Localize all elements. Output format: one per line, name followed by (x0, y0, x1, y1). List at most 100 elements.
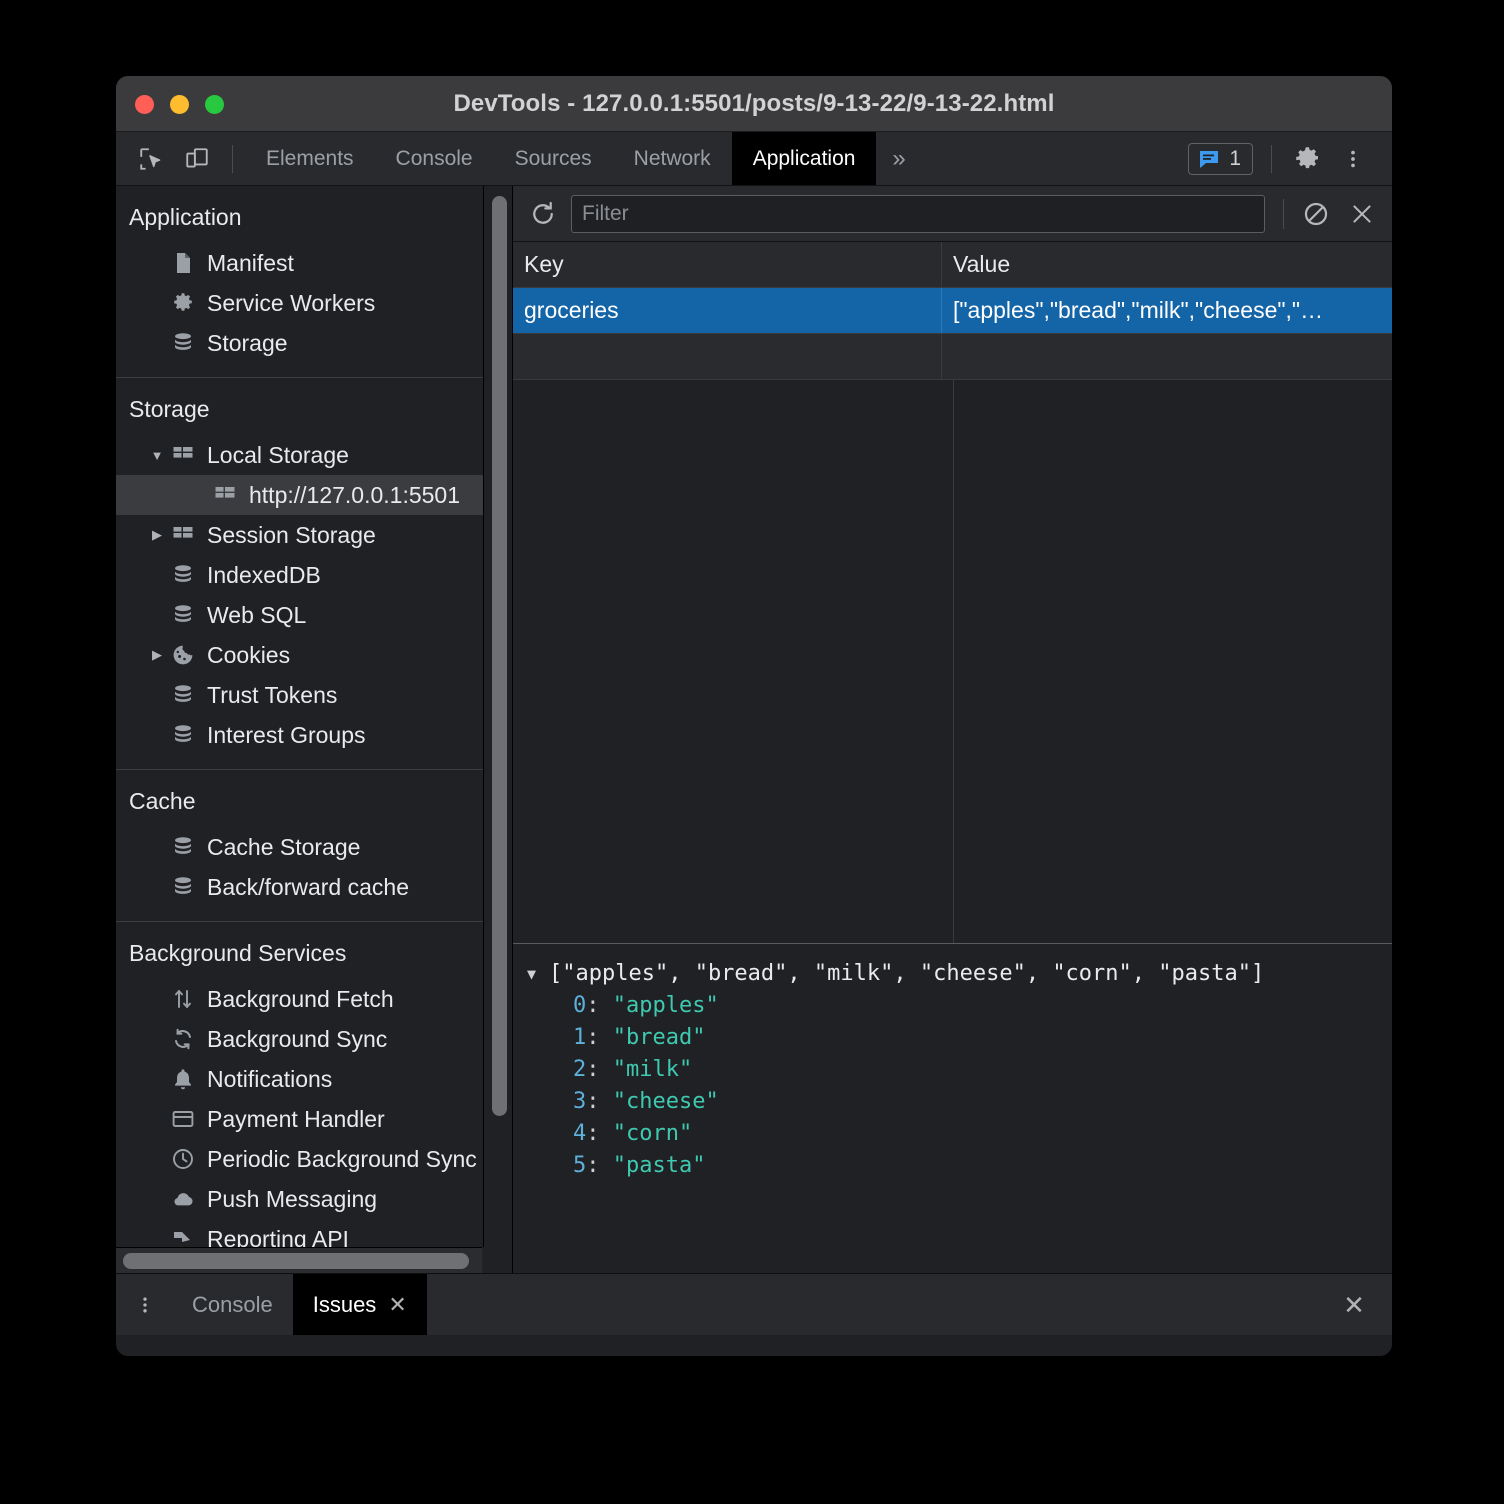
sidebar-item-cache-storage[interactable]: Cache Storage (116, 827, 512, 867)
table-cell-key-empty[interactable] (513, 334, 942, 379)
drawer-tab-console[interactable]: Console (172, 1274, 293, 1335)
preview-summary-row[interactable]: ▼ ["apples", "bread", "milk", "cheese", … (527, 958, 1392, 990)
sidebar-item-service-workers[interactable]: Service Workers (116, 283, 512, 323)
preview-expand-triangle-icon[interactable]: ▼ (527, 958, 549, 990)
tab-network[interactable]: Network (613, 132, 732, 185)
tab-console[interactable]: Console (375, 132, 494, 185)
cookie-icon (170, 642, 196, 668)
sidebar-item-payment-handler[interactable]: Payment Handler (116, 1099, 512, 1139)
preview-summary: ["apples", "bread", "milk", "cheese", "c… (549, 961, 1265, 986)
sidebar-item-label: Payment Handler (207, 1105, 385, 1132)
preview-entry-value: "bread" (612, 1025, 706, 1050)
preview-entry-index: 1 (573, 1025, 587, 1050)
sidebar-item-local-storage[interactable]: ▼ Local Storage (116, 435, 512, 475)
sidebar-item-back-forward-cache[interactable]: Back/forward cache (116, 867, 512, 907)
sidebar-item-label: IndexedDB (207, 561, 321, 588)
table-cell-key[interactable]: groceries (513, 288, 942, 333)
preview-entry[interactable]: 5: "pasta" (527, 1150, 1392, 1182)
column-header-value[interactable]: Value (942, 242, 1392, 287)
updown-arrows-icon (170, 986, 196, 1012)
cloud-icon (170, 1186, 196, 1212)
filter-input[interactable] (571, 194, 1265, 233)
sidebar-horizontal-scroll-thumb[interactable] (123, 1253, 469, 1269)
application-sidebar: Application Manifest Service Workers Storag… (116, 186, 513, 1273)
close-window-button[interactable] (135, 95, 154, 114)
preview-entry[interactable]: 0: "apples" (527, 990, 1392, 1022)
delete-selected-x-icon[interactable] (1342, 194, 1382, 234)
sidebar-item-background-sync[interactable]: Background Sync (116, 1019, 512, 1059)
more-vertical-icon[interactable] (1333, 139, 1373, 179)
sidebar-item-label: Periodic Background Sync (207, 1145, 477, 1172)
maximize-window-button[interactable] (205, 95, 224, 114)
issues-count: 1 (1229, 146, 1241, 170)
sidebar-item-session-storage[interactable]: ▶ Session Storage (116, 515, 512, 555)
preview-entry[interactable]: 3: "cheese" (527, 1086, 1392, 1118)
table-cell-value-empty[interactable] (942, 334, 1392, 379)
gear-icon[interactable] (1287, 139, 1327, 179)
database-icon (170, 682, 196, 708)
more-tabs-chevron-icon[interactable]: » (876, 132, 921, 185)
preview-entry-colon: : (586, 1089, 613, 1114)
refresh-icon[interactable] (523, 194, 563, 234)
sync-icon (170, 1026, 196, 1052)
database-icon (170, 874, 196, 900)
drawer-tabbar: Console Issues ✕ ✕ (116, 1273, 1392, 1335)
preview-entry[interactable]: 2: "milk" (527, 1054, 1392, 1086)
device-toolbar-icon[interactable] (177, 139, 217, 179)
storage-toolbar-divider (1283, 198, 1284, 229)
sidebar-item-manifest[interactable]: Manifest (116, 243, 512, 283)
minimize-window-button[interactable] (170, 95, 189, 114)
sidebar-item-label: Trust Tokens (207, 681, 338, 708)
drawer-tab-issues[interactable]: Issues ✕ (292, 1274, 427, 1335)
preview-entry-index: 4 (573, 1121, 587, 1146)
preview-entry[interactable]: 1: "bread" (527, 1022, 1392, 1054)
sidebar-item-storage[interactable]: Storage (116, 323, 512, 363)
preview-entry[interactable]: 4: "corn" (527, 1118, 1392, 1150)
sidebar-vertical-scrollbar[interactable] (483, 186, 512, 1247)
clear-all-icon[interactable] (1296, 194, 1336, 234)
tab-application[interactable]: Application (731, 132, 877, 185)
sidebar-item-web-sql[interactable]: Web SQL (116, 595, 512, 635)
tab-sources[interactable]: Sources (494, 132, 613, 185)
close-drawer-button[interactable]: ✕ (1336, 1287, 1372, 1323)
chevron-right-icon[interactable]: ▶ (146, 527, 168, 543)
issues-badge[interactable]: 1 (1188, 142, 1253, 175)
sidebar-vertical-scroll-thumb[interactable] (492, 196, 507, 1116)
sidebar-item-periodic-background-sync[interactable]: Periodic Background Sync (116, 1139, 512, 1179)
sidebar-item-notifications[interactable]: Notifications (116, 1059, 512, 1099)
devtools-window: DevTools - 127.0.0.1:5501/posts/9-13-22/… (116, 76, 1392, 1356)
database-icon (170, 834, 196, 860)
preview-entry-colon: : (586, 1153, 613, 1178)
database-icon (170, 330, 196, 356)
sidebar-item-reporting-api[interactable]: Reporting API (116, 1219, 512, 1247)
inspect-element-icon[interactable] (131, 139, 171, 179)
column-header-key[interactable]: Key (513, 242, 942, 287)
value-preview-panel: ▼ ["apples", "bread", "milk", "cheese", … (513, 943, 1392, 1273)
window-titlebar: DevTools - 127.0.0.1:5501/posts/9-13-22/… (116, 76, 1392, 132)
preview-entry-index: 3 (573, 1089, 587, 1114)
sidebar-item-background-fetch[interactable]: Background Fetch (116, 979, 512, 1019)
table-icon (170, 522, 196, 548)
table-cell-value[interactable]: ["apples","bread","milk","cheese","… (942, 288, 1392, 333)
sidebar-item-label: Storage (207, 329, 288, 356)
chevron-down-icon[interactable]: ▼ (146, 448, 168, 463)
sidebar-item-interest-groups[interactable]: Interest Groups (116, 715, 512, 755)
preview-entry-index: 5 (573, 1153, 587, 1178)
devtools-tabbar: Elements Console Sources Network Applica… (116, 132, 1392, 186)
sidebar-item-http-127-0-0-1-5501[interactable]: http://127.0.0.1:5501 (116, 475, 512, 515)
sidebar-item-trust-tokens[interactable]: Trust Tokens (116, 675, 512, 715)
chevron-right-icon[interactable]: ▶ (146, 647, 168, 663)
table-row[interactable]: groceries ["apples","bread","milk","chee… (513, 288, 1392, 334)
sidebar-horizontal-scrollbar[interactable] (116, 1247, 482, 1273)
storage-toolbar (513, 186, 1392, 242)
sidebar-item-push-messaging[interactable]: Push Messaging (116, 1179, 512, 1219)
table-row-empty[interactable] (513, 334, 1392, 380)
sidebar-item-indexeddb[interactable]: IndexedDB (116, 555, 512, 595)
more-vertical-icon[interactable] (126, 1286, 164, 1324)
toolbar-divider (232, 144, 233, 173)
sidebar-item-label: Cache Storage (207, 833, 361, 860)
tab-elements[interactable]: Elements (245, 132, 375, 185)
close-icon[interactable]: ✕ (388, 1293, 406, 1316)
preview-entry-colon: : (586, 1025, 613, 1050)
sidebar-item-cookies[interactable]: ▶ Cookies (116, 635, 512, 675)
